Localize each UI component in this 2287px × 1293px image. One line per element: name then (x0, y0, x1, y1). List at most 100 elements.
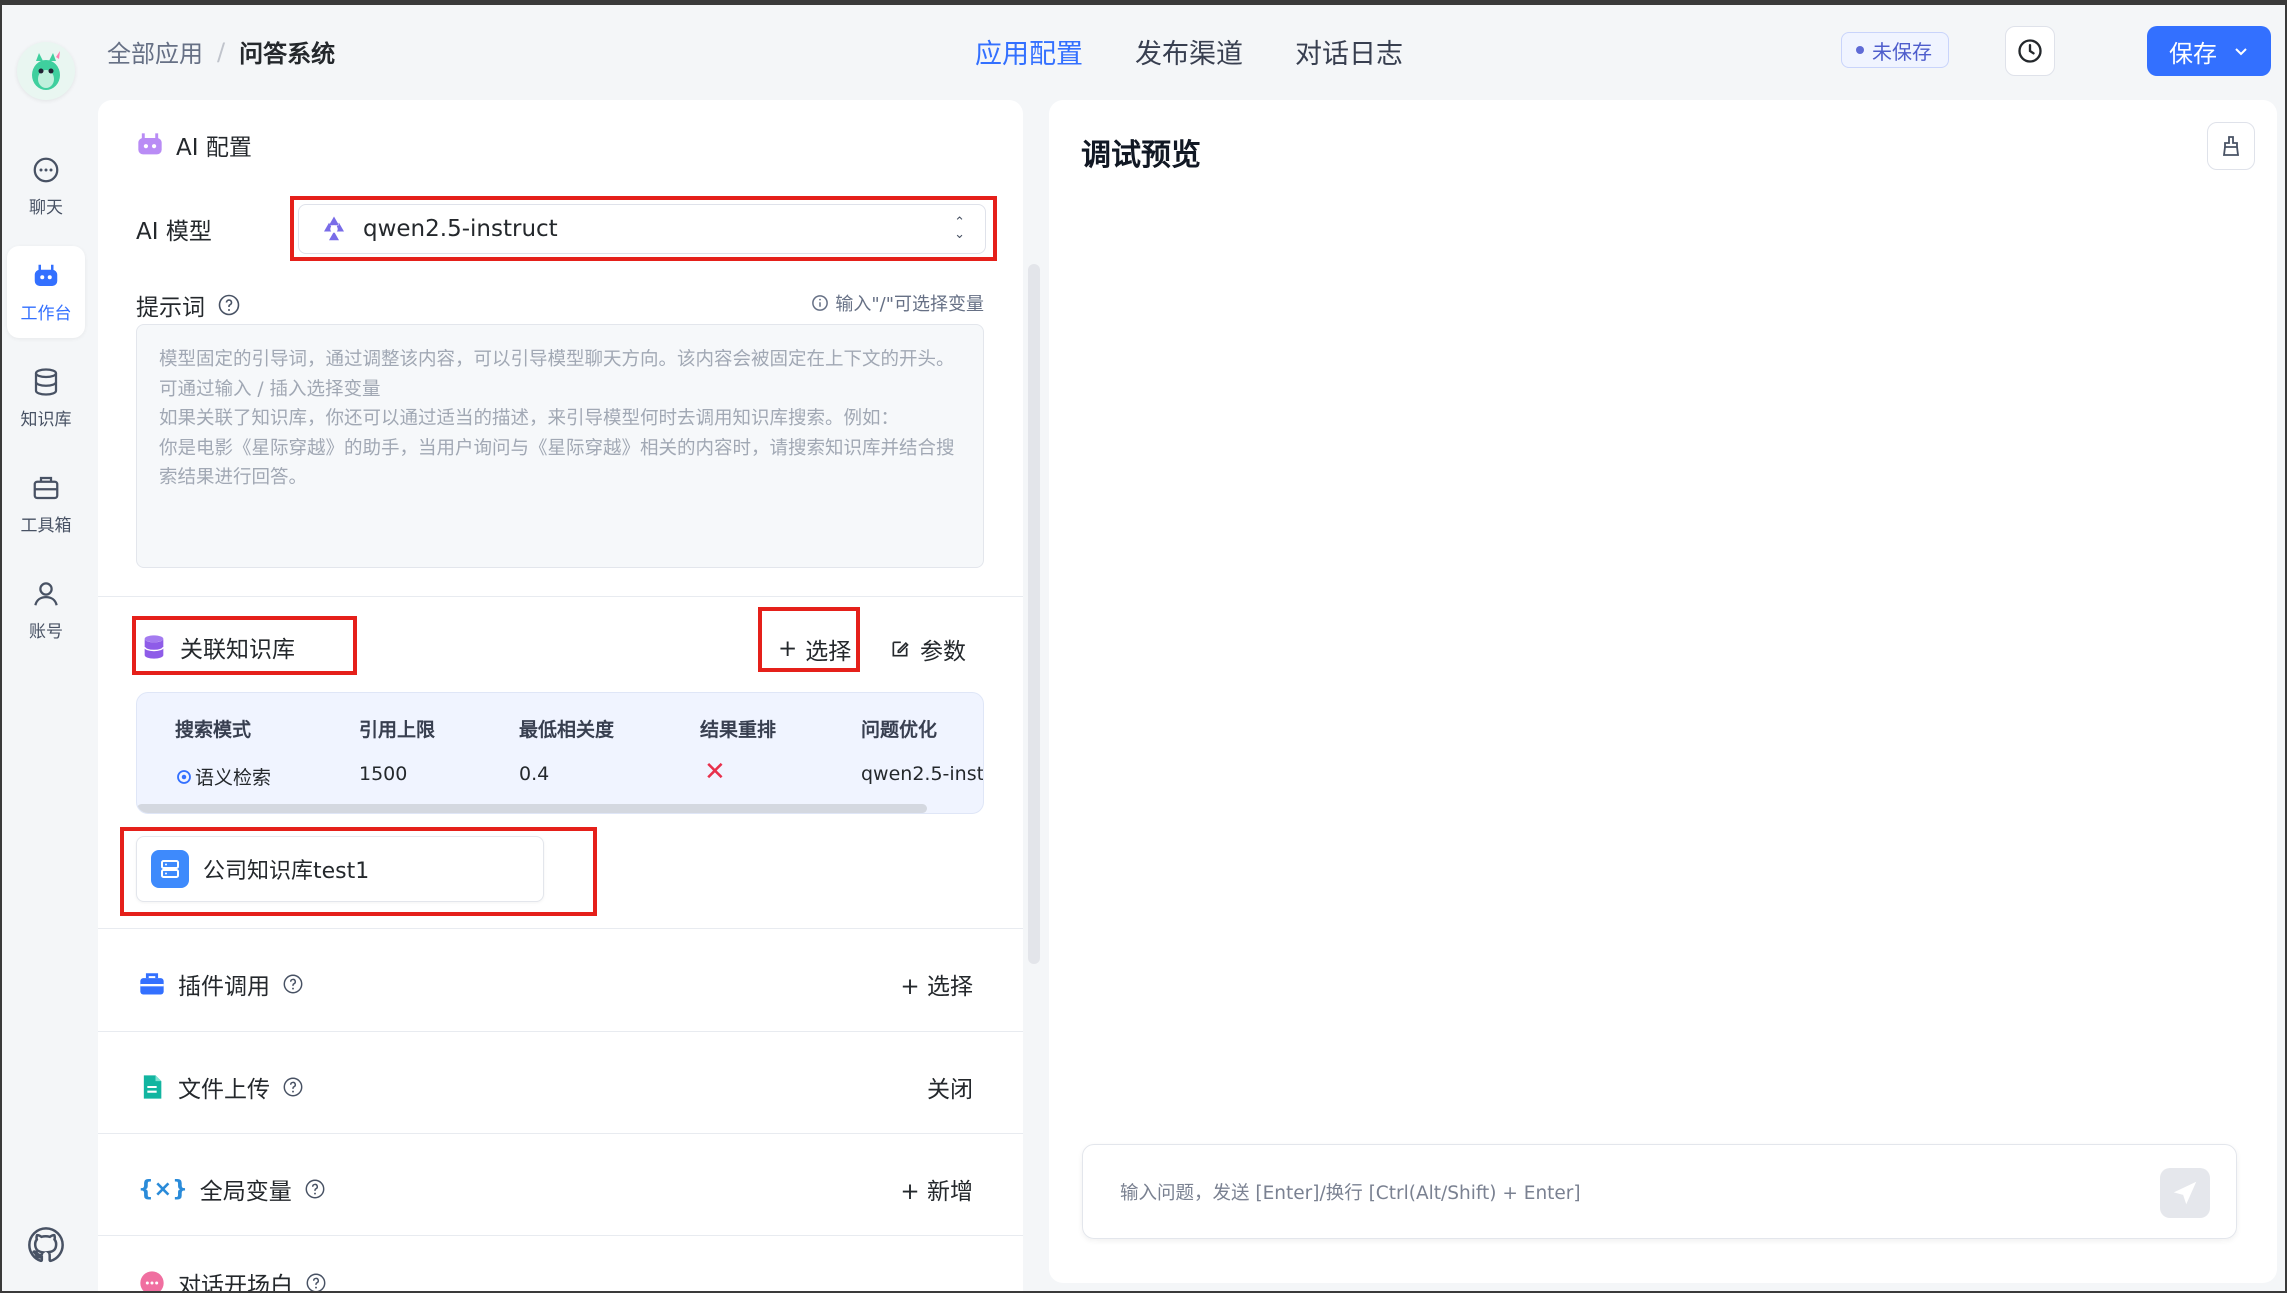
qwen-logo-icon (324, 216, 344, 241)
plugin-title: 插件调用 (178, 974, 270, 1000)
header-search-mode: 搜索模式 (175, 719, 252, 741)
config-panel: AI 配置 AI 模型 qwen2.5-instruct ⌃ ⌄ 提示词 输入"/… (98, 100, 1023, 1293)
history-button[interactable] (2005, 26, 2055, 76)
kb-select-label: 选择 (805, 639, 852, 665)
model-select[interactable]: qwen2.5-instruct ⌃ ⌄ (298, 204, 986, 254)
cell-query-optimize: qwen2.5-instru (861, 763, 984, 785)
plus-icon: + (900, 1179, 927, 1205)
debug-preview-panel: 调试预览 输入问题，发送 [Enter]/换行 [Ctrl(Alt/Shift)… (1049, 100, 2277, 1283)
left-nav: 聊天 工作台 知识库 工具箱 账号 (0, 0, 92, 1293)
tab-app-config[interactable]: 应用配置 (975, 32, 1083, 71)
unsaved-label: 未保存 (1872, 39, 1932, 64)
kb-params-table: 搜索模式 引用上限 最低相关度 结果重排 问题优化 语义检索 1500 0.4 … (136, 692, 984, 814)
status-dot (1856, 46, 1864, 54)
info-icon (812, 295, 829, 311)
save-button[interactable]: 保存 (2147, 26, 2271, 76)
upload-section: 文件上传 关闭 (98, 1032, 1023, 1134)
breadcrumb-current: 问答系统 (239, 40, 336, 68)
tab-chat-logs[interactable]: 对话日志 (1295, 32, 1403, 71)
unsaved-badge: 未保存 (1841, 32, 1949, 68)
kb-card[interactable]: 公司知识库test1 (136, 836, 544, 902)
cell-min-relevance: 0.4 (519, 763, 550, 785)
nav-item-account[interactable]: 账号 (7, 564, 85, 656)
tab-publish-channels[interactable]: 发布渠道 (1135, 32, 1243, 71)
opening-section: 对话开场白 (98, 1236, 1023, 1293)
logo-icon (32, 51, 60, 90)
header-limit: 引用上限 (359, 719, 436, 741)
file-icon (143, 1075, 162, 1099)
config-scrollbar[interactable] (1028, 264, 1040, 964)
opening-title: 对话开场白 (178, 1273, 293, 1293)
plugin-section: 插件调用 + 选择 (98, 929, 1023, 1031)
prompt-label: 提示词 (136, 295, 205, 321)
upload-header: 文件上传 (138, 1070, 304, 1104)
chat-input-placeholder: 输入问题，发送 [Enter]/换行 [Ctrl(Alt/Shift) + En… (1120, 1182, 1581, 1204)
kb-header: 关联知识库 (140, 630, 295, 664)
breadcrumb-separator: / (217, 37, 226, 66)
top-header: 全部应用 / 问答系统 应用配置 发布渠道 对话日志 (92, 0, 2287, 100)
cell-rerank-off-icon: ✕ (704, 757, 726, 787)
clock-icon (2018, 39, 2042, 63)
header-rerank: 结果重排 (700, 719, 777, 741)
nav-item-chat[interactable]: 聊天 (7, 140, 85, 232)
chat-bubble-icon (140, 1271, 164, 1293)
robot-icon (138, 133, 162, 155)
help-icon[interactable] (217, 293, 241, 317)
nav-item-workbench[interactable]: 工作台 (7, 246, 85, 338)
nav-label: 工具箱 (20, 515, 72, 536)
upload-title: 文件上传 (178, 1077, 270, 1103)
send-button[interactable] (2160, 1168, 2210, 1218)
nav-label: 知识库 (20, 409, 72, 430)
nav-item-toolbox[interactable]: 工具箱 (7, 458, 85, 550)
help-icon[interactable] (304, 1178, 326, 1200)
prompt-hint: 输入"/"可选择变量 (811, 290, 984, 316)
kb-select-button[interactable]: + 选择 (778, 632, 851, 666)
ai-config-header: AI 配置 (136, 128, 252, 162)
nav-label: 聊天 (29, 197, 63, 218)
github-icon[interactable] (26, 1225, 66, 1265)
toolbox-icon (140, 973, 164, 995)
dataset-icon (151, 850, 189, 888)
kb-title: 关联知识库 (180, 637, 295, 663)
prompt-textarea[interactable]: 模型固定的引导词，通过调整该内容，可以引导模型聊天方向。该内容会被固定在上下文的… (136, 324, 984, 568)
toolbox-icon (33, 476, 59, 499)
model-label: AI 模型 (136, 219, 212, 245)
help-icon[interactable] (282, 1076, 304, 1098)
variables-add-label: 新增 (927, 1179, 973, 1205)
help-icon[interactable] (305, 1272, 327, 1293)
edit-icon (892, 641, 909, 657)
robot-icon (34, 264, 58, 286)
kb-params-button[interactable]: 参数 (890, 632, 966, 666)
chat-icon (33, 157, 59, 182)
prompt-label-row: 提示词 (136, 288, 241, 322)
app-logo[interactable] (17, 42, 75, 100)
search-mode-value: 语义检索 (195, 767, 272, 789)
kb-card-name: 公司知识库test1 (203, 859, 370, 884)
chat-input[interactable]: 输入问题，发送 [Enter]/换行 [Ctrl(Alt/Shift) + En… (1082, 1144, 2237, 1239)
save-label: 保存 (2169, 39, 2217, 68)
nav-item-knowledge[interactable]: 知识库 (7, 352, 85, 444)
plugin-select-button[interactable]: + 选择 (900, 967, 973, 1001)
top-tabs: 应用配置 发布渠道 对话日志 (975, 32, 1403, 71)
plus-icon: + (900, 974, 927, 1000)
opening-header: 对话开场白 (138, 1266, 327, 1293)
breadcrumb-root[interactable]: 全部应用 (107, 34, 203, 69)
help-icon[interactable] (282, 973, 304, 995)
variable-icon: {×} (138, 1176, 188, 1202)
variables-add-button[interactable]: + 新增 (900, 1172, 973, 1206)
send-icon (2173, 1181, 2197, 1205)
prompt-hint-text: 输入"/"可选择变量 (835, 294, 984, 315)
semantic-search-icon (177, 769, 191, 784)
broom-icon (2222, 136, 2240, 156)
cell-search-mode: 语义检索 (175, 763, 271, 790)
upload-toggle[interactable]: 关闭 (927, 1070, 973, 1104)
database-icon (34, 367, 58, 396)
breadcrumb: 全部应用 / 问答系统 (107, 34, 335, 69)
plus-icon: + (778, 636, 798, 662)
table-horizontal-scrollbar[interactable] (137, 804, 927, 813)
cell-limit: 1500 (359, 763, 408, 785)
clear-chat-button[interactable] (2207, 122, 2255, 170)
header-query-optimize: 问题优化 (861, 719, 938, 741)
preview-title: 调试预览 (1081, 138, 1201, 173)
user-icon (34, 581, 58, 606)
